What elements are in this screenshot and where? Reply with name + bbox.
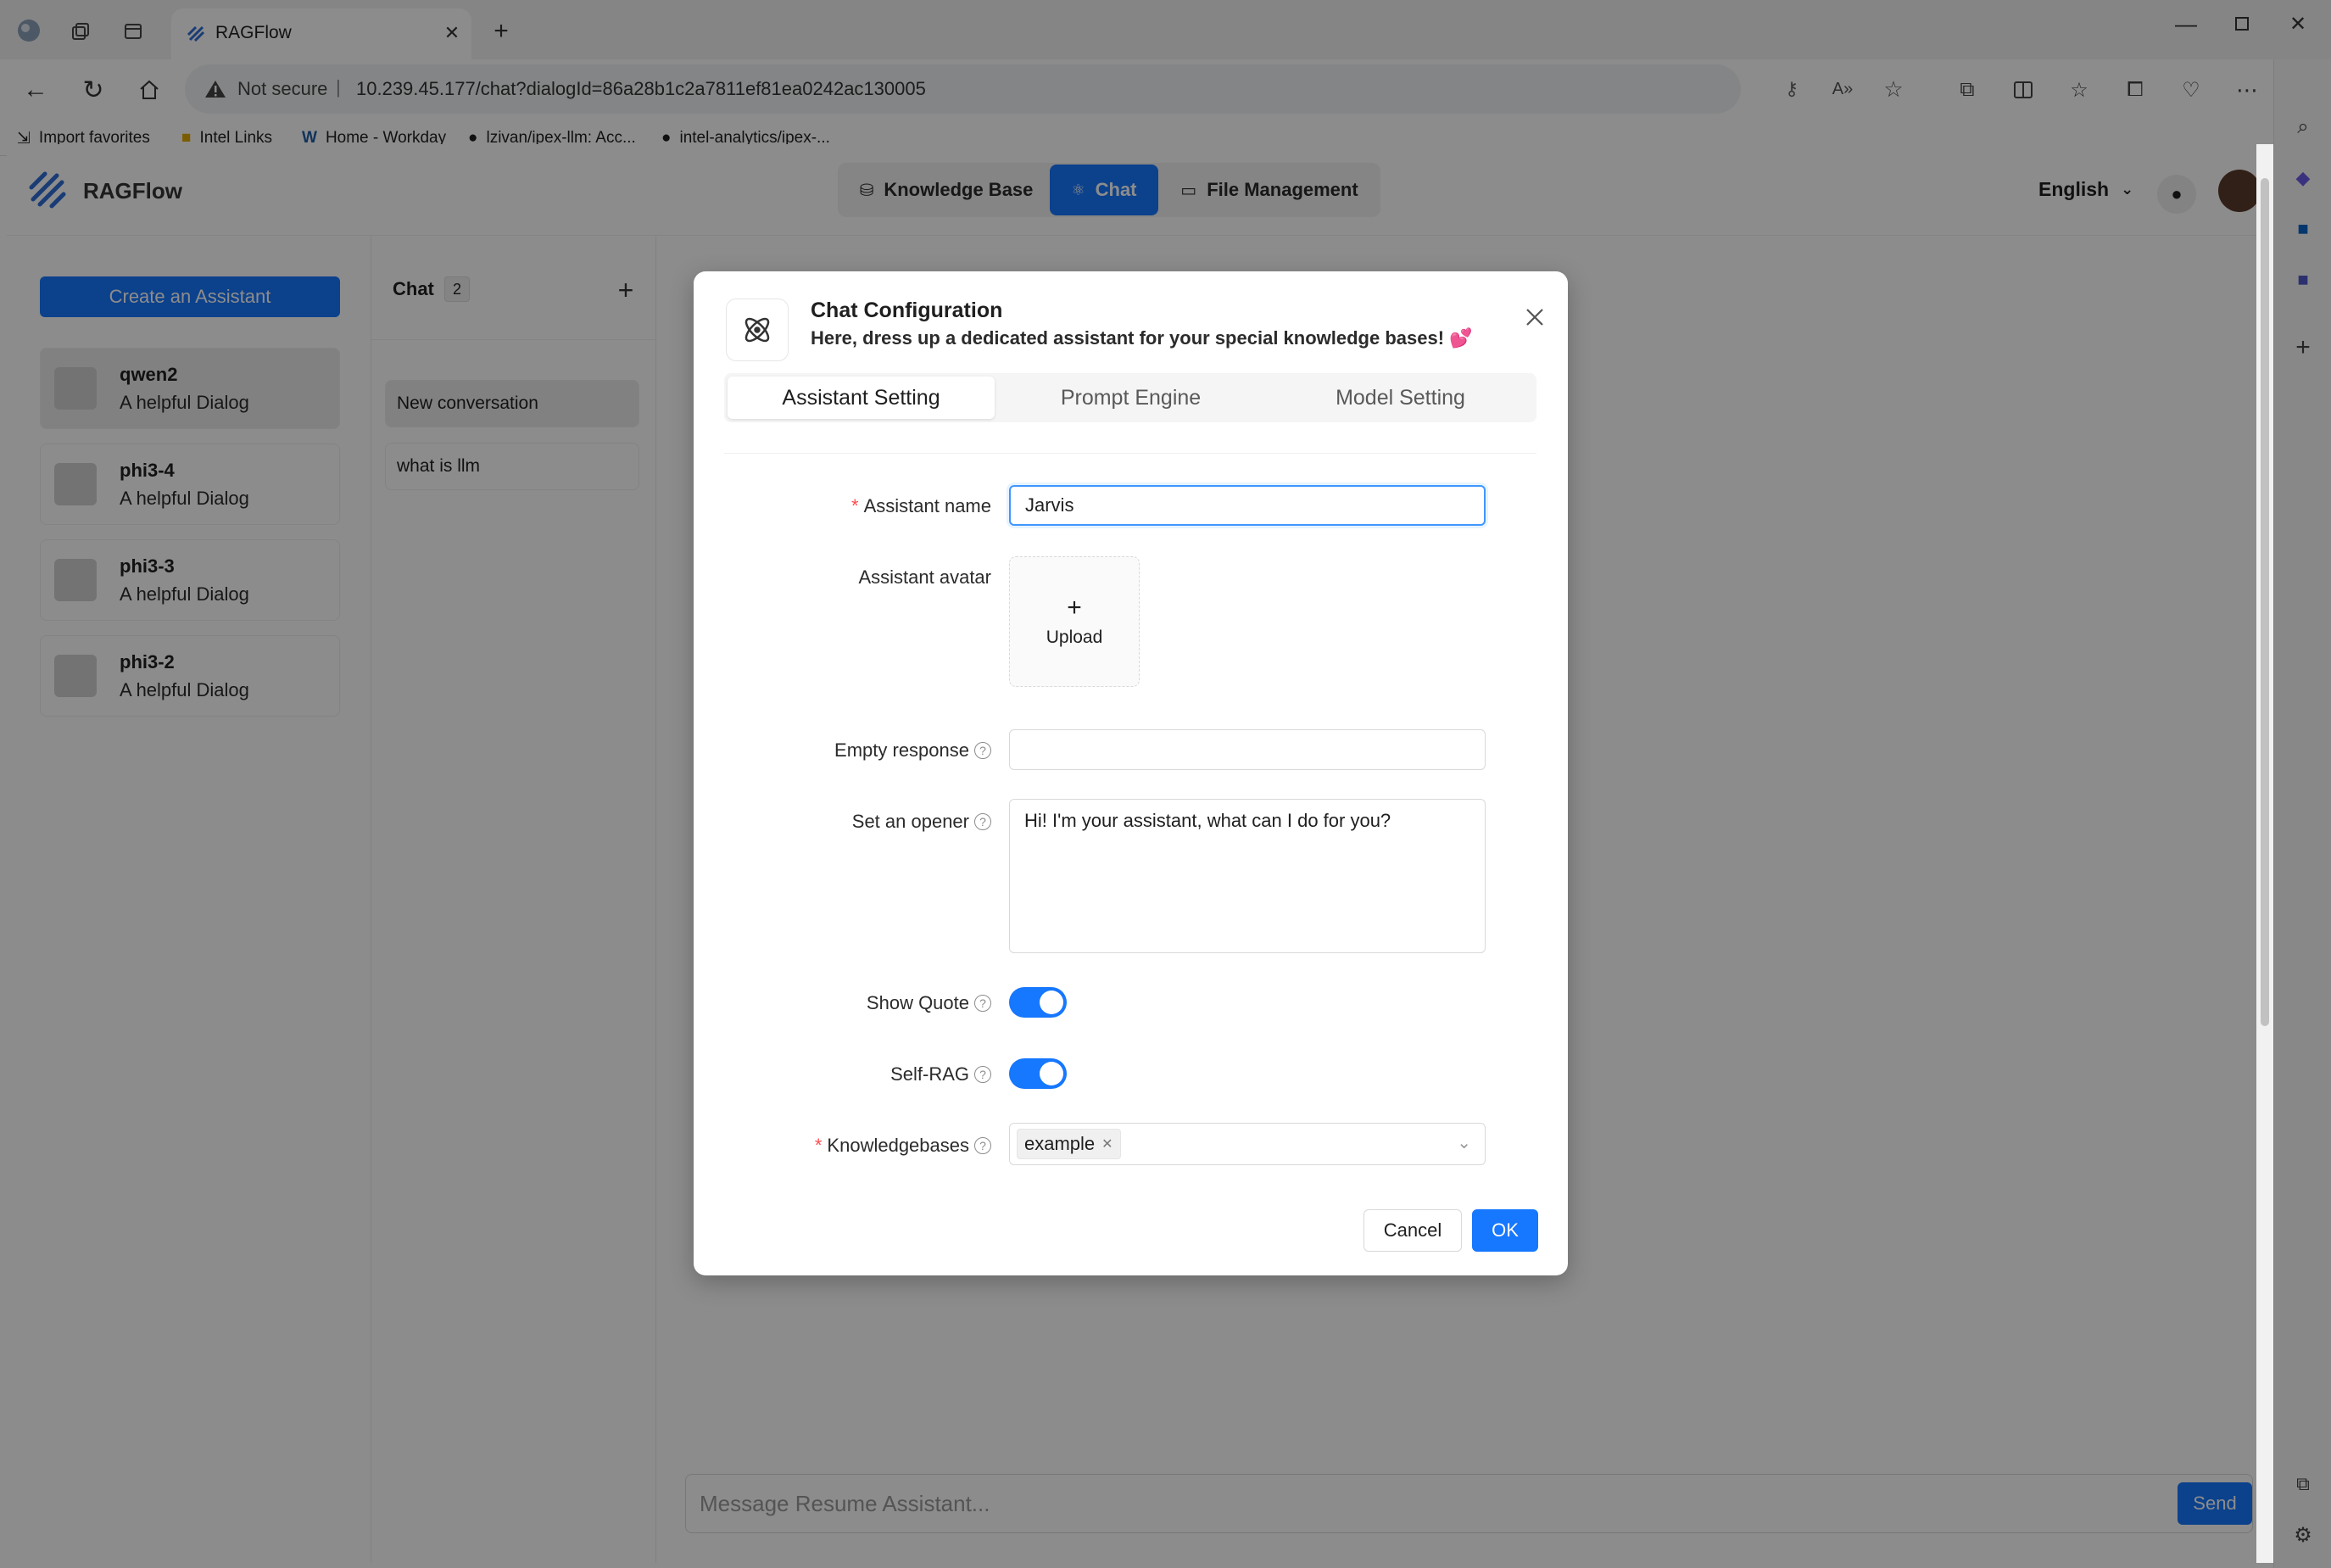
knowledgebase-tag: example ✕: [1017, 1129, 1121, 1159]
chevron-down-icon: ⌄: [1457, 1134, 1471, 1152]
tag-remove-icon[interactable]: ✕: [1101, 1136, 1113, 1152]
knowledgebases-label: * Knowledgebases ?: [815, 1135, 991, 1157]
avatar-upload[interactable]: + Upload: [1009, 556, 1140, 687]
help-icon[interactable]: ?: [974, 1066, 991, 1083]
help-icon[interactable]: ?: [974, 1137, 991, 1154]
assistant-name-label: * Assistant name: [851, 495, 991, 516]
show-quote-label: Show Quote ?: [867, 992, 991, 1014]
tab-assistant-setting[interactable]: Assistant Setting: [728, 377, 995, 419]
self-rag-toggle[interactable]: [1009, 1058, 1067, 1089]
required-mark: *: [814, 1135, 823, 1156]
help-icon[interactable]: ?: [974, 742, 991, 759]
scrollbar-thumb[interactable]: [2261, 178, 2269, 1026]
help-icon[interactable]: ?: [974, 995, 991, 1012]
required-mark: *: [851, 495, 859, 516]
knowledgebases-select[interactable]: example ✕ ⌄: [1009, 1123, 1486, 1165]
chat-configuration-modal: Chat Configuration Here, dress up a dedi…: [694, 271, 1568, 1275]
empty-response-label: Empty response ?: [834, 739, 991, 762]
plus-icon: +: [1067, 594, 1082, 622]
close-icon[interactable]: [1514, 297, 1555, 338]
atom-icon: [726, 299, 789, 361]
assistant-name-input[interactable]: Jarvis: [1009, 485, 1486, 526]
assistant-avatar-label: Assistant avatar: [858, 566, 991, 588]
self-rag-label: Self-RAG ?: [890, 1063, 991, 1085]
modal-tabs: Assistant Setting Prompt Engine Model Se…: [724, 373, 1536, 422]
tab-model-setting[interactable]: Model Setting: [1267, 377, 1534, 419]
page-scrollbar[interactable]: [2256, 144, 2273, 1563]
show-quote-toggle[interactable]: [1009, 987, 1067, 1018]
empty-response-input[interactable]: [1009, 729, 1486, 770]
modal-title: Chat Configuration: [811, 299, 1003, 322]
opener-textarea[interactable]: Hi! I'm your assistant, what can I do fo…: [1009, 799, 1486, 953]
opener-label: Set an opener ?: [852, 811, 991, 833]
tab-prompt-engine[interactable]: Prompt Engine: [997, 377, 1264, 419]
modal-subtitle: Here, dress up a dedicated assistant for…: [811, 327, 1473, 349]
cancel-button[interactable]: Cancel: [1363, 1209, 1462, 1252]
ok-button[interactable]: OK: [1472, 1209, 1538, 1252]
upload-label: Upload: [1046, 628, 1103, 647]
tab-divider: [724, 453, 1536, 454]
help-icon[interactable]: ?: [974, 813, 991, 830]
